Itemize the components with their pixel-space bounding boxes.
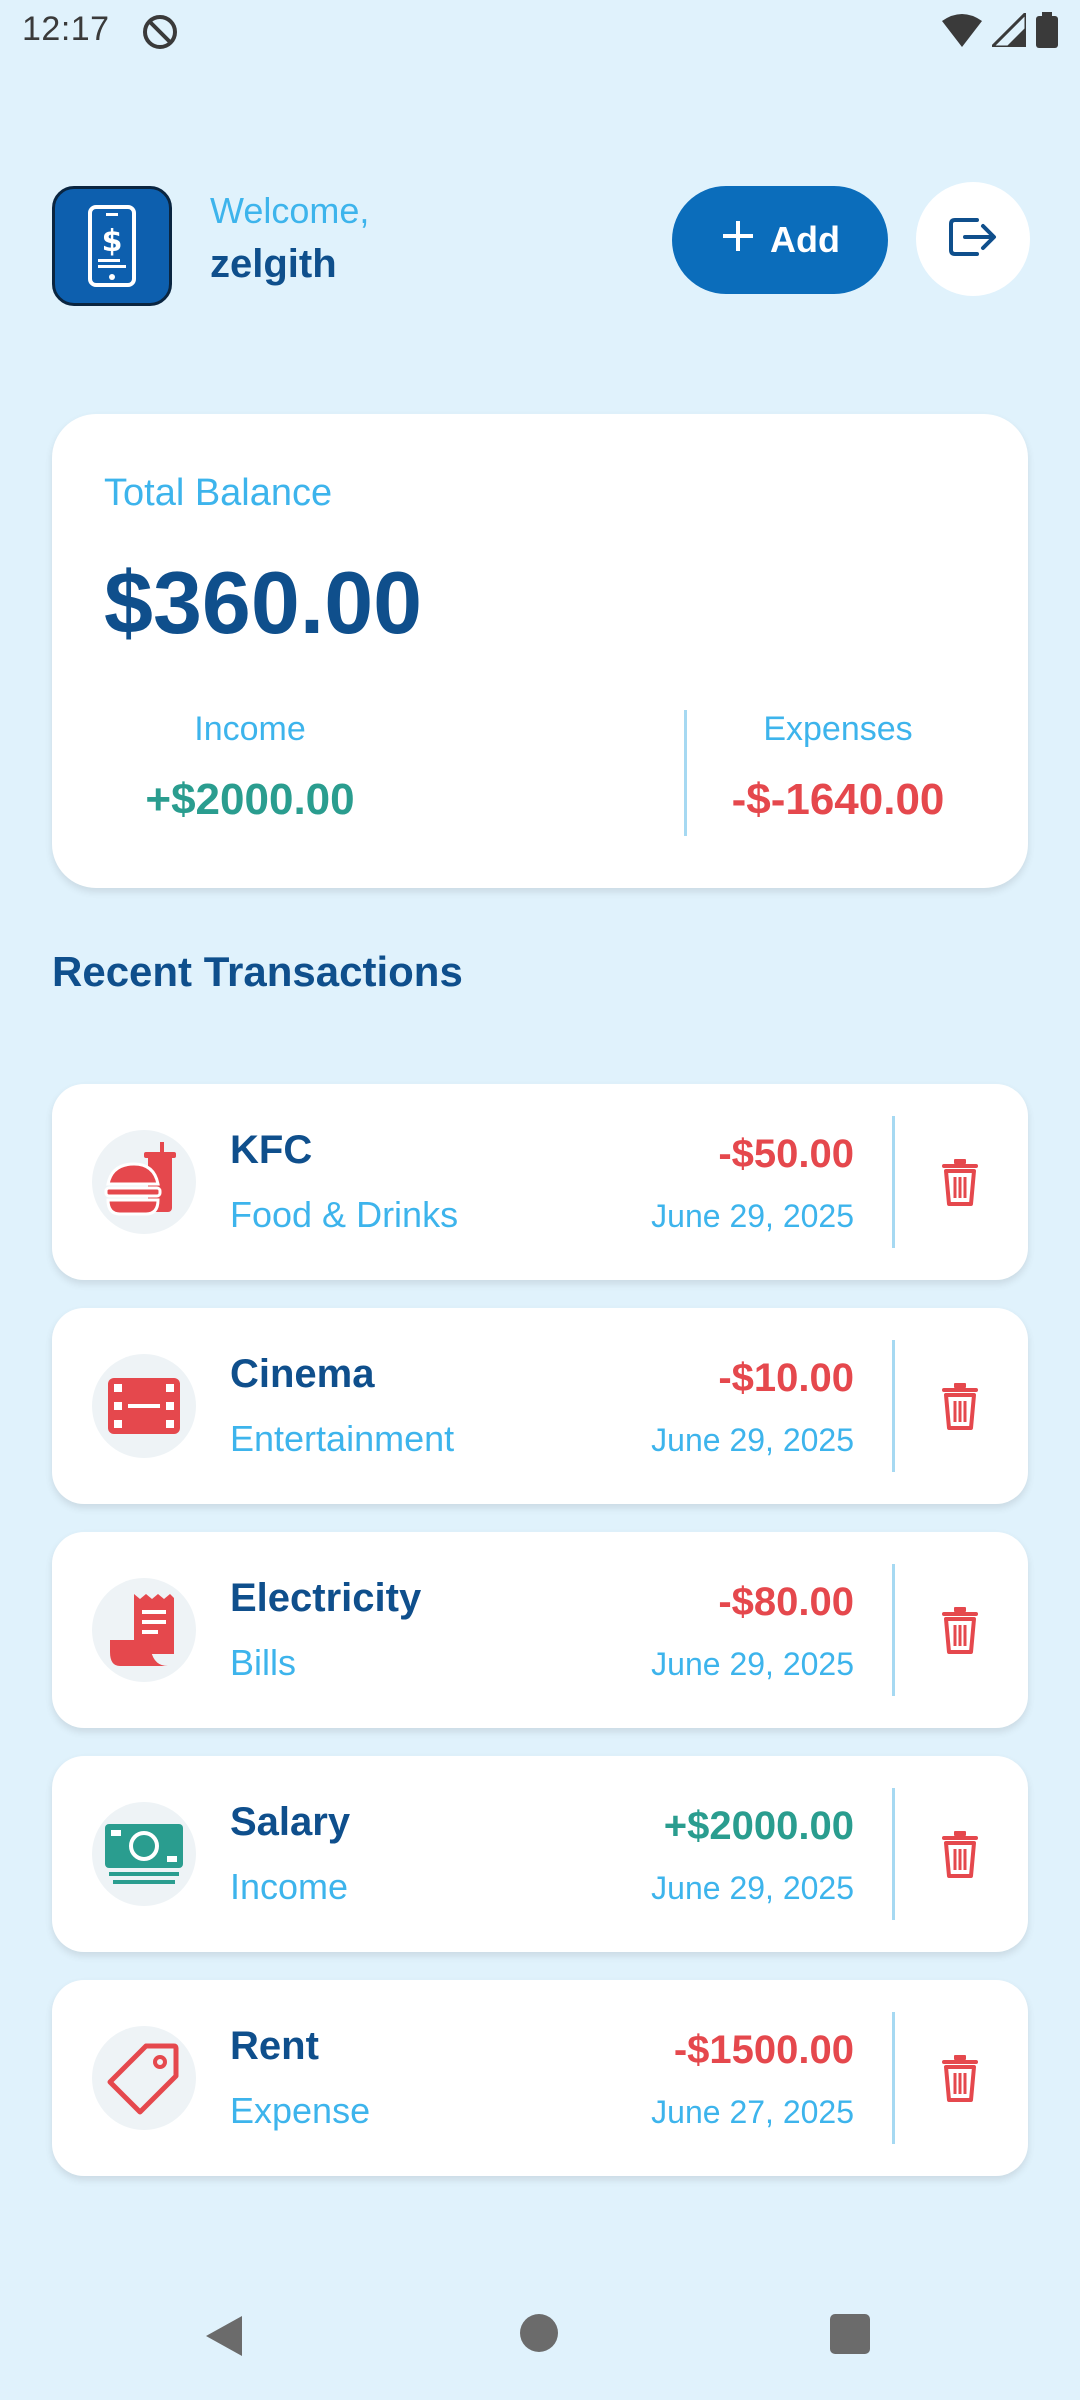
expenses-summary: Expenses -$-1640.00	[688, 710, 988, 825]
logout-icon	[947, 214, 999, 265]
transaction-date: June 29, 2025	[651, 1422, 854, 1458]
money-icon	[92, 1802, 196, 1906]
recent-transactions-title: Recent Transactions	[52, 948, 463, 995]
transaction-divider	[892, 2012, 895, 2144]
status-time: 12:17	[22, 10, 110, 48]
trash-icon[interactable]	[930, 1600, 990, 1660]
transaction-amount: -$50.00	[718, 1132, 854, 1176]
film-icon	[92, 1354, 196, 1458]
svg-text:$: $	[102, 224, 123, 259]
transaction-category: Income	[230, 1866, 349, 1907]
transaction-card[interactable]: KFC Food & Drinks -$50.00 June 29, 2025	[52, 1084, 1028, 1280]
status-bar: 12:17	[0, 0, 1080, 64]
trash-icon[interactable]	[930, 2048, 990, 2108]
wifi-icon	[942, 13, 982, 52]
trash-icon[interactable]	[930, 1152, 990, 1212]
tag-icon	[92, 2026, 196, 2130]
transaction-category: Bills	[230, 1642, 297, 1683]
trash-icon[interactable]	[930, 1824, 990, 1884]
transaction-date: June 29, 2025	[651, 1198, 854, 1234]
fastfood-icon	[92, 1130, 196, 1234]
transaction-divider	[892, 1564, 895, 1696]
welcome-text: Welcome,	[210, 190, 370, 231]
expenses-label: Expenses	[763, 710, 913, 748]
transaction-divider	[892, 1116, 895, 1248]
header: $ Welcome, zelgith Add	[52, 182, 1030, 306]
total-balance-label: Total Balance	[104, 472, 333, 514]
logout-button[interactable]	[916, 182, 1030, 296]
transaction-card[interactable]: Electricity Bills -$80.00 June 29, 2025	[52, 1532, 1028, 1728]
transaction-card[interactable]: Salary Income +$2000.00 June 29, 2025	[52, 1756, 1028, 1952]
transaction-divider	[892, 1340, 895, 1472]
transaction-date: June 27, 2025	[651, 2094, 854, 2130]
trash-icon[interactable]	[930, 1376, 990, 1436]
transaction-amount: -$80.00	[718, 1580, 854, 1624]
signal-icon	[988, 9, 1028, 52]
transaction-amount: -$10.00	[718, 1356, 854, 1400]
income-label: Income	[194, 710, 306, 748]
total-balance-amount: $360.00	[104, 553, 423, 652]
plus-icon	[720, 218, 756, 263]
home-icon[interactable]	[520, 2314, 558, 2352]
transaction-title: Electricity	[230, 1576, 422, 1620]
do-not-disturb-icon	[140, 12, 180, 52]
receipt-icon	[92, 1578, 196, 1682]
transaction-card[interactable]: Rent Expense -$1500.00 June 27, 2025	[52, 1980, 1028, 2176]
system-navigation-bar	[0, 2290, 1080, 2400]
back-icon[interactable]	[202, 2314, 246, 2363]
income-summary: Income +$2000.00	[52, 710, 448, 825]
balance-card: Total Balance $360.00 Income +$2000.00 E…	[52, 414, 1028, 888]
username: zelgith	[210, 242, 337, 286]
transaction-category: Food & Drinks	[230, 1194, 459, 1235]
transaction-title: Cinema	[230, 1352, 375, 1396]
money-phone-icon: $	[52, 186, 172, 306]
transaction-amount: +$2000.00	[663, 1804, 854, 1848]
transaction-title: KFC	[230, 1128, 313, 1172]
transaction-title: Rent	[230, 2024, 319, 2068]
battery-icon	[1036, 12, 1058, 53]
balance-divider	[684, 710, 687, 836]
transaction-date: June 29, 2025	[651, 1870, 854, 1906]
transaction-date: June 29, 2025	[651, 1646, 854, 1682]
expenses-value: -$-1640.00	[731, 775, 945, 824]
add-transaction-button[interactable]: Add	[672, 186, 888, 294]
add-button-label: Add	[770, 219, 840, 260]
transaction-title: Salary	[230, 1800, 351, 1844]
transaction-category: Entertainment	[230, 1418, 455, 1459]
transaction-category: Expense	[230, 2090, 371, 2131]
recents-icon[interactable]	[830, 2314, 870, 2354]
transaction-amount: -$1500.00	[673, 2028, 854, 2072]
transaction-divider	[892, 1788, 895, 1920]
income-value: +$2000.00	[145, 775, 355, 824]
transaction-card[interactable]: Cinema Entertainment -$10.00 June 29, 20…	[52, 1308, 1028, 1504]
